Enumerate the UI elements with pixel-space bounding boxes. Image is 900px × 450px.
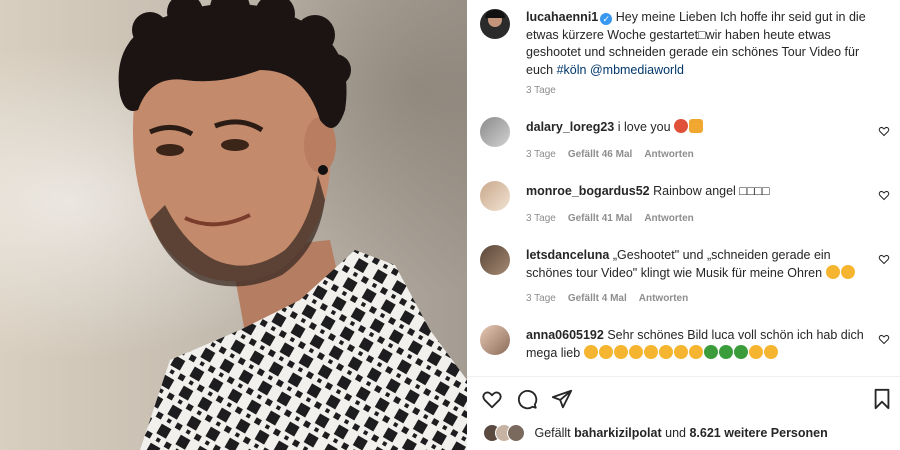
comment-likes[interactable]: Gefällt 46 Mal [568, 149, 632, 160]
emoji-icon [658, 344, 673, 359]
emoji-icon [628, 344, 643, 359]
emoji-icon [763, 344, 778, 359]
portrait-illustration [118, 0, 467, 450]
comment-likes[interactable]: Gefällt 41 Mal [568, 213, 632, 224]
share-icon[interactable] [551, 388, 573, 410]
comment-item: letsdanceluna „Geshootet" und „schneiden… [480, 245, 890, 311]
heart-icon[interactable] [481, 388, 503, 410]
emoji-icon [598, 344, 613, 359]
emoji-icon [688, 344, 703, 359]
comment-meta: 3 Tage Gefällt 4 Mal Antworten [526, 293, 700, 304]
likes-count[interactable]: 8.621 weitere Personen [689, 426, 827, 440]
caption-row: lucahaenni1 ✓ Hey meine Lieben Ich hoffe … [480, 9, 890, 99]
reply-button[interactable]: Antworten [644, 149, 693, 160]
emoji-icon [718, 344, 733, 359]
comment-like-heart-icon[interactable] [878, 189, 890, 201]
comment-likes[interactable]: Gefällt 4 Mal [568, 293, 627, 304]
divider [467, 376, 900, 377]
hashtag-link[interactable]: #köln [557, 63, 587, 77]
avatar[interactable] [480, 117, 510, 147]
bookmark-icon[interactable] [871, 388, 893, 410]
comment-like-heart-icon[interactable] [878, 333, 890, 345]
post-view: lucahaenni1 ✓ Hey meine Lieben Ich hoffe … [0, 0, 900, 450]
comment-username[interactable]: monroe_bogardus52 [526, 184, 650, 198]
liker-avatars[interactable] [483, 424, 527, 442]
emoji-icon [583, 344, 598, 359]
comment-username[interactable]: letsdanceluna [526, 248, 609, 262]
emoji-icon [748, 344, 763, 359]
likes-prefix: Gefällt [534, 426, 571, 440]
caption-text: lucahaenni1 ✓ Hey meine Lieben Ich hoffe … [526, 9, 866, 79]
comment-item: dalary_loreg23 i love you 3 Tage Gefällt … [480, 117, 890, 167]
avatar[interactable] [480, 325, 510, 355]
comment-time[interactable]: 3 Tage [526, 149, 556, 160]
post-time[interactable]: 3 Tage [526, 85, 556, 96]
comment-text: dalary_loreg23 i love you [526, 119, 866, 137]
comment-body: Rainbow angel □□□□ [653, 184, 770, 198]
comment-text: anna0605192 Sehr schönes Bild luca voll … [526, 327, 866, 362]
comment-meta: 3 Tage Gefällt 41 Mal Antworten [526, 213, 706, 224]
comment-time[interactable]: 3 Tage [526, 293, 556, 304]
emoji-icon [613, 344, 628, 359]
action-bar [481, 388, 891, 412]
comment-meta: 3 Tage Gefällt 46 Mal Antworten [526, 149, 706, 160]
post-username[interactable]: lucahaenni1 [526, 10, 598, 24]
liker-username[interactable]: baharkizilpolat [574, 426, 662, 440]
emoji-icon [643, 344, 658, 359]
comment-username[interactable]: dalary_loreg23 [526, 120, 614, 134]
avatar[interactable] [480, 245, 510, 275]
comment-time[interactable]: 3 Tage [526, 213, 556, 224]
likes-summary: Gefällt baharkizilpolat und 8.621 weiter… [483, 424, 828, 442]
post-image[interactable] [0, 0, 467, 450]
emoji-icon [840, 264, 855, 279]
comment-like-heart-icon[interactable] [878, 253, 890, 265]
reply-button[interactable]: Antworten [639, 293, 688, 304]
emoji-icon [673, 344, 688, 359]
comment-item: monroe_bogardus52 Rainbow angel □□□□ 3 T… [480, 181, 890, 231]
comment-text: letsdanceluna „Geshootet" und „schneiden… [526, 247, 866, 282]
verified-badge-icon: ✓ [600, 13, 613, 25]
comment-text: monroe_bogardus52 Rainbow angel □□□□ [526, 183, 866, 201]
mention-link[interactable]: @mbmediaworld [590, 63, 684, 77]
comment-username[interactable]: anna0605192 [526, 328, 604, 342]
emoji-icon [825, 264, 840, 279]
likes-middle: und [665, 426, 686, 440]
reply-button[interactable]: Antworten [644, 213, 693, 224]
avatar[interactable] [480, 9, 510, 39]
emoji-icon [689, 119, 704, 133]
emoji-icon [733, 344, 748, 359]
emoji-icon [703, 344, 718, 359]
avatar[interactable] [480, 181, 510, 211]
post-detail-panel: lucahaenni1 ✓ Hey meine Lieben Ich hoffe … [467, 0, 900, 450]
comment-body: i love you [617, 120, 671, 134]
comment-like-heart-icon[interactable] [878, 125, 890, 137]
comment-icon[interactable] [516, 388, 538, 410]
comment-item: anna0605192 Sehr schönes Bild luca voll … [480, 325, 890, 365]
emoji-icon [674, 119, 689, 133]
